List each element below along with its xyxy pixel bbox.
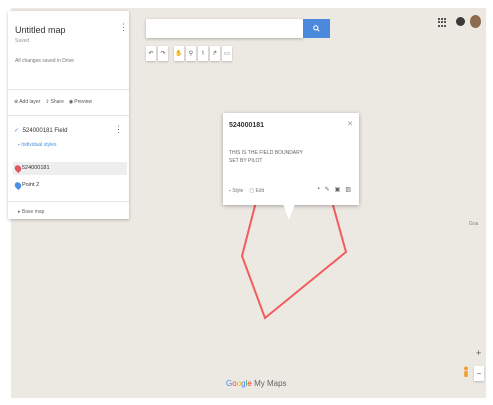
layer-item-label: Point 2 (22, 182, 40, 188)
share-label: Share (50, 99, 64, 105)
edit-link[interactable]: ▢ Edit (249, 188, 264, 194)
google-my-maps-logo: Google My Maps (226, 379, 287, 388)
expand-arrow-icon: ▸ (18, 209, 21, 215)
edit-label: Edit (255, 188, 265, 194)
add-layer-button[interactable]: ⊕ Add layer (14, 99, 40, 105)
popup-footer: ⬩ Style ▢ Edit (229, 188, 264, 194)
layer-checkbox-icon[interactable]: ✓ (14, 128, 19, 134)
layer-item[interactable]: Point 2 (13, 180, 39, 191)
map-place-label: Goa (469, 221, 479, 227)
panel-divider (8, 89, 129, 90)
popup-description[interactable]: THIS IS THE FIELD BOUNDARY SET BY PILOT (229, 149, 339, 165)
panel-menu-icon[interactable]: ⋮ (119, 23, 128, 32)
layer-menu-icon[interactable]: ⋮ (114, 124, 123, 135)
panel-divider (8, 115, 129, 116)
avatar[interactable] (470, 15, 481, 28)
base-map-toggle[interactable]: ▸ Base map (18, 209, 44, 215)
layer-item-label: 524000181 (22, 165, 50, 171)
share-button[interactable]: ⇪ Share (45, 99, 64, 105)
edit-icon: ▢ (249, 188, 255, 194)
save-status: Saved (15, 38, 30, 44)
zoom-out-icon[interactable]: − (474, 366, 484, 381)
layer-style-label: Individual styles (21, 142, 57, 148)
delete-icon[interactable]: ▥ (345, 186, 351, 193)
map-toolbar: ↶ ↷ ✋ ⚲ ⌇ ↱ ▭ (146, 46, 232, 61)
paint-bucket-icon: ⬩ (18, 142, 20, 148)
add-layer-label: Add layer (19, 99, 41, 105)
search-button[interactable] (303, 19, 330, 38)
layer-style-link[interactable]: ⬩ Individual styles (18, 142, 57, 148)
map-title[interactable]: Untitled map (15, 25, 66, 35)
redo-icon[interactable]: ↷ (158, 46, 168, 61)
account-icon[interactable] (456, 17, 465, 26)
camera-icon[interactable]: ▣ (335, 186, 341, 193)
popup-pointer (283, 204, 295, 220)
popup-title[interactable]: 524000181 (229, 122, 264, 129)
popup-tools: ⬩ ✎ ▣ ▥ (317, 186, 351, 193)
search-icon (313, 25, 320, 32)
paint-icon: ⬩ (229, 188, 231, 194)
add-layer-icon: ⊕ (14, 99, 19, 105)
map-details-panel: Untitled map Saved All changes saved in … (8, 11, 129, 219)
panel-actions: ⊕ Add layer ⇪ Share ◉ Preview (14, 99, 92, 105)
zoom-in-icon[interactable]: + (476, 348, 481, 358)
preview-button[interactable]: ◉ Preview (69, 99, 92, 105)
panel-divider (8, 201, 129, 202)
search-input[interactable] (146, 19, 303, 38)
preview-label: Preview (74, 99, 93, 105)
pencil-icon[interactable]: ✎ (325, 186, 330, 193)
screenshot-frame: Untitled map Saved All changes saved in … (0, 0, 493, 405)
close-icon[interactable]: ✕ (347, 120, 353, 128)
street-view-icon[interactable] (462, 366, 470, 378)
layer-item-selected[interactable]: 524000181 (13, 162, 127, 175)
style-label: Style (232, 188, 244, 194)
apps-grid-icon[interactable] (438, 18, 446, 27)
directions-icon[interactable]: ↱ (210, 46, 220, 61)
ruler-icon[interactable]: ▭ (222, 46, 232, 61)
share-icon: ⇪ (45, 99, 50, 105)
my-maps-text: My Maps (254, 379, 287, 388)
hand-icon[interactable]: ✋ (174, 46, 184, 61)
layer-header[interactable]: ✓ 524000181 Field (14, 127, 67, 134)
paint-icon[interactable]: ⬩ (317, 186, 319, 193)
map-description[interactable]: All changes saved in Drive (15, 58, 74, 64)
draw-line-icon[interactable]: ⌇ (198, 46, 208, 61)
marker-icon[interactable]: ⚲ (186, 46, 196, 61)
base-map-label: Base map (21, 209, 45, 215)
undo-icon[interactable]: ↶ (146, 46, 156, 61)
preview-icon: ◉ (68, 99, 74, 105)
layer-name[interactable]: 524000181 Field (23, 128, 68, 134)
toolbar-separator (170, 46, 172, 61)
feature-info-popup: 524000181 ✕ THIS IS THE FIELD BOUNDARY S… (223, 113, 359, 205)
style-link[interactable]: ⬩ Style (229, 188, 243, 194)
